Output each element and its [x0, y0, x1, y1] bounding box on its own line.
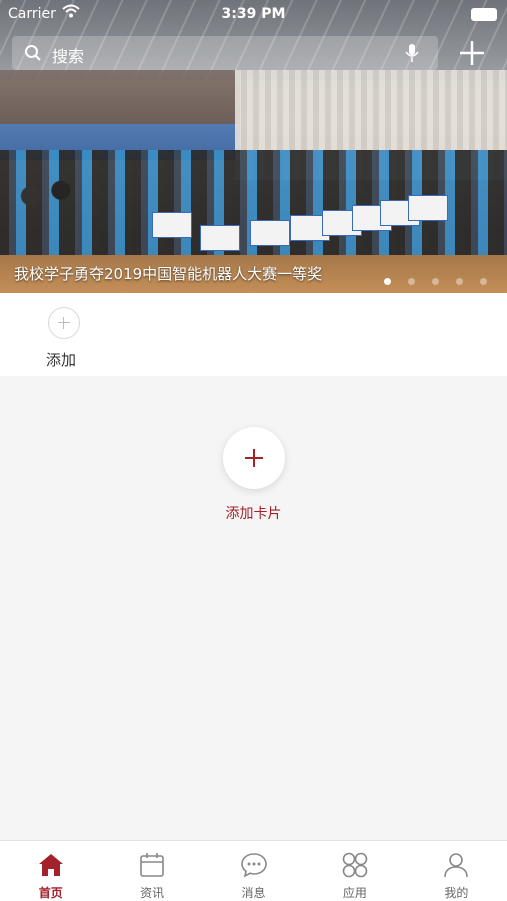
- quick-add-label: 添加: [45, 351, 76, 369]
- status-bar: Carrier 3:39 PM: [0, 0, 507, 28]
- add-icon[interactable]: [459, 40, 485, 66]
- carousel-dot[interactable]: [480, 278, 487, 285]
- tab-profile[interactable]: 我的: [406, 841, 507, 901]
- tab-label: 消息: [241, 886, 266, 900]
- hero-banner[interactable]: Carrier 3:39 PM 搜索 我校学子勇夺2019中国智能机器人大赛一等…: [0, 0, 507, 293]
- add-card-button[interactable]: 添加卡片: [203, 427, 304, 523]
- quick-apps-row: 添加: [0, 293, 507, 376]
- tab-apps[interactable]: 应用: [304, 841, 405, 901]
- plus-circle-icon: [48, 307, 80, 339]
- battery-icon: [471, 8, 497, 21]
- tab-label: 我的: [444, 886, 469, 900]
- search-input[interactable]: 搜索: [52, 43, 84, 67]
- tab-label: 首页: [38, 886, 63, 900]
- microphone-icon[interactable]: [404, 43, 420, 63]
- banner-photo-stands: [0, 70, 240, 160]
- tab-label: 资讯: [140, 886, 165, 900]
- carousel-dot[interactable]: [455, 278, 463, 285]
- chat-icon: [240, 853, 267, 878]
- tab-label: 应用: [342, 886, 367, 900]
- add-card-plus-icon: [222, 427, 285, 489]
- user-icon: [444, 853, 469, 878]
- carousel-dots: [372, 270, 487, 285]
- status-time: 3:39 PM: [221, 6, 286, 22]
- calendar-icon: [140, 853, 164, 877]
- tab-messages[interactable]: 消息: [203, 841, 304, 901]
- add-card-label: 添加卡片: [225, 506, 282, 522]
- home-icon: [38, 854, 63, 876]
- quick-add-button[interactable]: 添加: [46, 307, 82, 370]
- carousel-dot[interactable]: [407, 278, 415, 285]
- apps-grid-icon: [342, 852, 368, 878]
- banner-caption[interactable]: 我校学子勇夺2019中国智能机器人大赛一等奖: [14, 263, 322, 284]
- carousel-dot[interactable]: [431, 278, 439, 285]
- search-icon: [25, 45, 41, 61]
- carousel-dot[interactable]: [383, 278, 391, 285]
- search-bar[interactable]: 搜索: [12, 36, 438, 70]
- tab-news[interactable]: 资讯: [101, 841, 202, 901]
- tab-home[interactable]: 首页: [0, 841, 101, 901]
- bottom-tab-bar: 首页 资讯 消息 应用 我的: [0, 840, 507, 901]
